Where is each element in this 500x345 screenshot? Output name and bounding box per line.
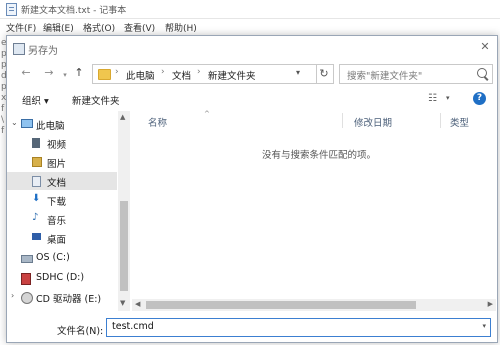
sd-card-icon	[21, 273, 31, 285]
breadcrumb-new-folder[interactable]: 新建文件夹	[208, 68, 256, 82]
scroll-left-icon[interactable]: ◀	[135, 300, 140, 308]
nav-item-desktop[interactable]: 桌面	[7, 229, 117, 247]
video-icon	[32, 138, 40, 148]
computer-icon	[21, 119, 33, 128]
nav-label: SDHC (D:)	[36, 272, 85, 283]
nav-item-music[interactable]: ♪ 音乐	[7, 210, 117, 228]
nav-item-pictures[interactable]: 图片	[7, 153, 117, 171]
dialog-title: 另存为	[28, 46, 58, 57]
menu-edit[interactable]: 编辑(E)	[43, 21, 74, 34]
drive-icon	[21, 255, 33, 263]
filename-row: 文件名(N): test.cmd ▾	[7, 316, 497, 342]
column-header-name[interactable]: 名称	[148, 115, 167, 129]
scrollbar-thumb[interactable]	[146, 301, 416, 309]
search-input[interactable]: 搜索"新建文件夹"	[339, 64, 493, 84]
column-header-type[interactable]: 类型	[450, 115, 469, 129]
music-icon: ♪	[32, 212, 39, 223]
up-arrow-icon[interactable]: ↑	[73, 67, 85, 79]
column-header-modified[interactable]: 修改日期	[354, 115, 392, 129]
notepad-titlebar: 新建文本文档.txt - 记事本	[0, 0, 500, 19]
horizontal-scrollbar[interactable]: ◀ ▶	[132, 299, 496, 311]
notepad-menubar: 文件(F) 编辑(E) 格式(O) 查看(V) 帮助(H)	[0, 19, 500, 35]
scroll-up-icon[interactable]: ▲	[120, 113, 125, 121]
nav-label: CD 驱动器 (E:)	[36, 294, 102, 305]
file-list[interactable]: 名称 ^ 修改日期 类型 没有与搜索条件匹配的项。 ◀ ▶	[132, 110, 496, 311]
nav-item-downloads[interactable]: ⬇ 下载	[7, 191, 117, 209]
nav-label: 桌面	[47, 235, 67, 246]
nav-label: 图片	[47, 159, 67, 170]
picture-icon	[32, 157, 42, 167]
download-icon: ⬇	[32, 193, 41, 204]
document-icon	[32, 176, 41, 187]
save-as-dialog: 另存为 ✕ ← → ▾ ↑ › 此电脑 › 文档 › 新建文件夹 ▾ ↻ 搜索"…	[6, 35, 498, 343]
nav-label: OS (C:)	[36, 252, 70, 263]
view-options-icon[interactable]: ☷	[428, 93, 437, 104]
menu-help[interactable]: 帮助(H)	[165, 21, 197, 34]
forward-arrow-icon[interactable]: →	[43, 67, 55, 79]
breadcrumb-separator[interactable]: ›	[161, 67, 165, 77]
organize-button[interactable]: 组织 ▾	[22, 93, 49, 107]
chevron-right-icon[interactable]: ›	[11, 291, 14, 300]
scroll-right-icon[interactable]: ▶	[488, 300, 493, 308]
nav-item-os-c[interactable]: OS (C:)	[7, 249, 117, 267]
nav-label: 文档	[47, 178, 67, 189]
navigation-bar: ← → ▾ ↑ › 此电脑 › 文档 › 新建文件夹 ▾ ↻ 搜索"新建文件夹"	[7, 61, 497, 87]
navigation-pane: ⌄ 此电脑 视频 图片 文档 ⬇ 下载 ♪ 音乐 桌面 OS (C:) SDHC…	[7, 111, 131, 311]
nav-item-videos[interactable]: 视频	[7, 134, 117, 152]
refresh-icon[interactable]: ↻	[315, 64, 334, 84]
nav-item-sdhc-d[interactable]: SDHC (D:)	[7, 269, 117, 287]
cd-drive-icon	[21, 292, 33, 304]
new-folder-button[interactable]: 新建文件夹	[72, 93, 120, 107]
menu-format[interactable]: 格式(O)	[83, 21, 115, 34]
column-separator[interactable]	[342, 113, 343, 128]
menu-view[interactable]: 查看(V)	[124, 21, 155, 34]
breadcrumb-separator[interactable]: ›	[197, 67, 201, 77]
nav-label: 此电脑	[36, 121, 65, 132]
dialog-titlebar[interactable]: 另存为 ✕	[7, 36, 497, 60]
chevron-down-icon[interactable]: ⌄	[11, 118, 18, 127]
chevron-down-icon[interactable]: ▾	[296, 68, 300, 77]
desktop-icon	[32, 233, 41, 240]
filename-input[interactable]: test.cmd ▾	[106, 318, 491, 337]
column-separator[interactable]	[440, 113, 441, 128]
chevron-down-icon[interactable]: ▾	[482, 322, 486, 330]
navpane-scrollbar[interactable]: ▲ ▼	[118, 111, 130, 311]
nav-label: 下载	[47, 197, 67, 208]
nav-item-cd-e[interactable]: › CD 驱动器 (E:)	[7, 288, 117, 306]
nav-label: 音乐	[47, 216, 67, 227]
nav-label: 视频	[47, 140, 67, 151]
folder-icon	[98, 69, 111, 80]
search-icon[interactable]	[477, 68, 487, 78]
nav-item-this-pc[interactable]: ⌄ 此电脑	[7, 115, 117, 133]
sort-arrow-icon: ^	[204, 110, 210, 118]
menu-file[interactable]: 文件(F)	[6, 21, 36, 34]
breadcrumb-separator[interactable]: ›	[115, 67, 119, 77]
notepad-title: 新建文本文档.txt - 记事本	[21, 6, 127, 16]
close-icon[interactable]: ✕	[477, 40, 493, 54]
filename-label: 文件名(N):	[57, 326, 104, 337]
filename-value: test.cmd	[112, 321, 154, 332]
breadcrumb-documents[interactable]: 文档	[172, 68, 191, 82]
scroll-down-icon[interactable]: ▼	[120, 299, 125, 307]
help-icon[interactable]: ?	[473, 92, 486, 105]
empty-results-message: 没有与搜索条件匹配的项。	[262, 150, 377, 161]
notepad-icon	[6, 3, 17, 16]
breadcrumb-this-pc[interactable]: 此电脑	[126, 68, 155, 82]
address-bar[interactable]: › 此电脑 › 文档 › 新建文件夹 ▾	[92, 64, 317, 84]
scrollbar-thumb[interactable]	[120, 201, 128, 291]
search-placeholder: 搜索"新建文件夹"	[347, 71, 423, 82]
back-arrow-icon[interactable]: ←	[20, 67, 32, 79]
view-dropdown-icon[interactable]: ▾	[446, 94, 450, 102]
dialog-toolbar: 组织 ▾ 新建文件夹 ☷ ▾ ?	[7, 89, 497, 109]
recent-dropdown-icon[interactable]: ▾	[59, 69, 71, 81]
nav-item-documents[interactable]: 文档	[7, 172, 117, 190]
save-dialog-icon	[13, 43, 25, 55]
